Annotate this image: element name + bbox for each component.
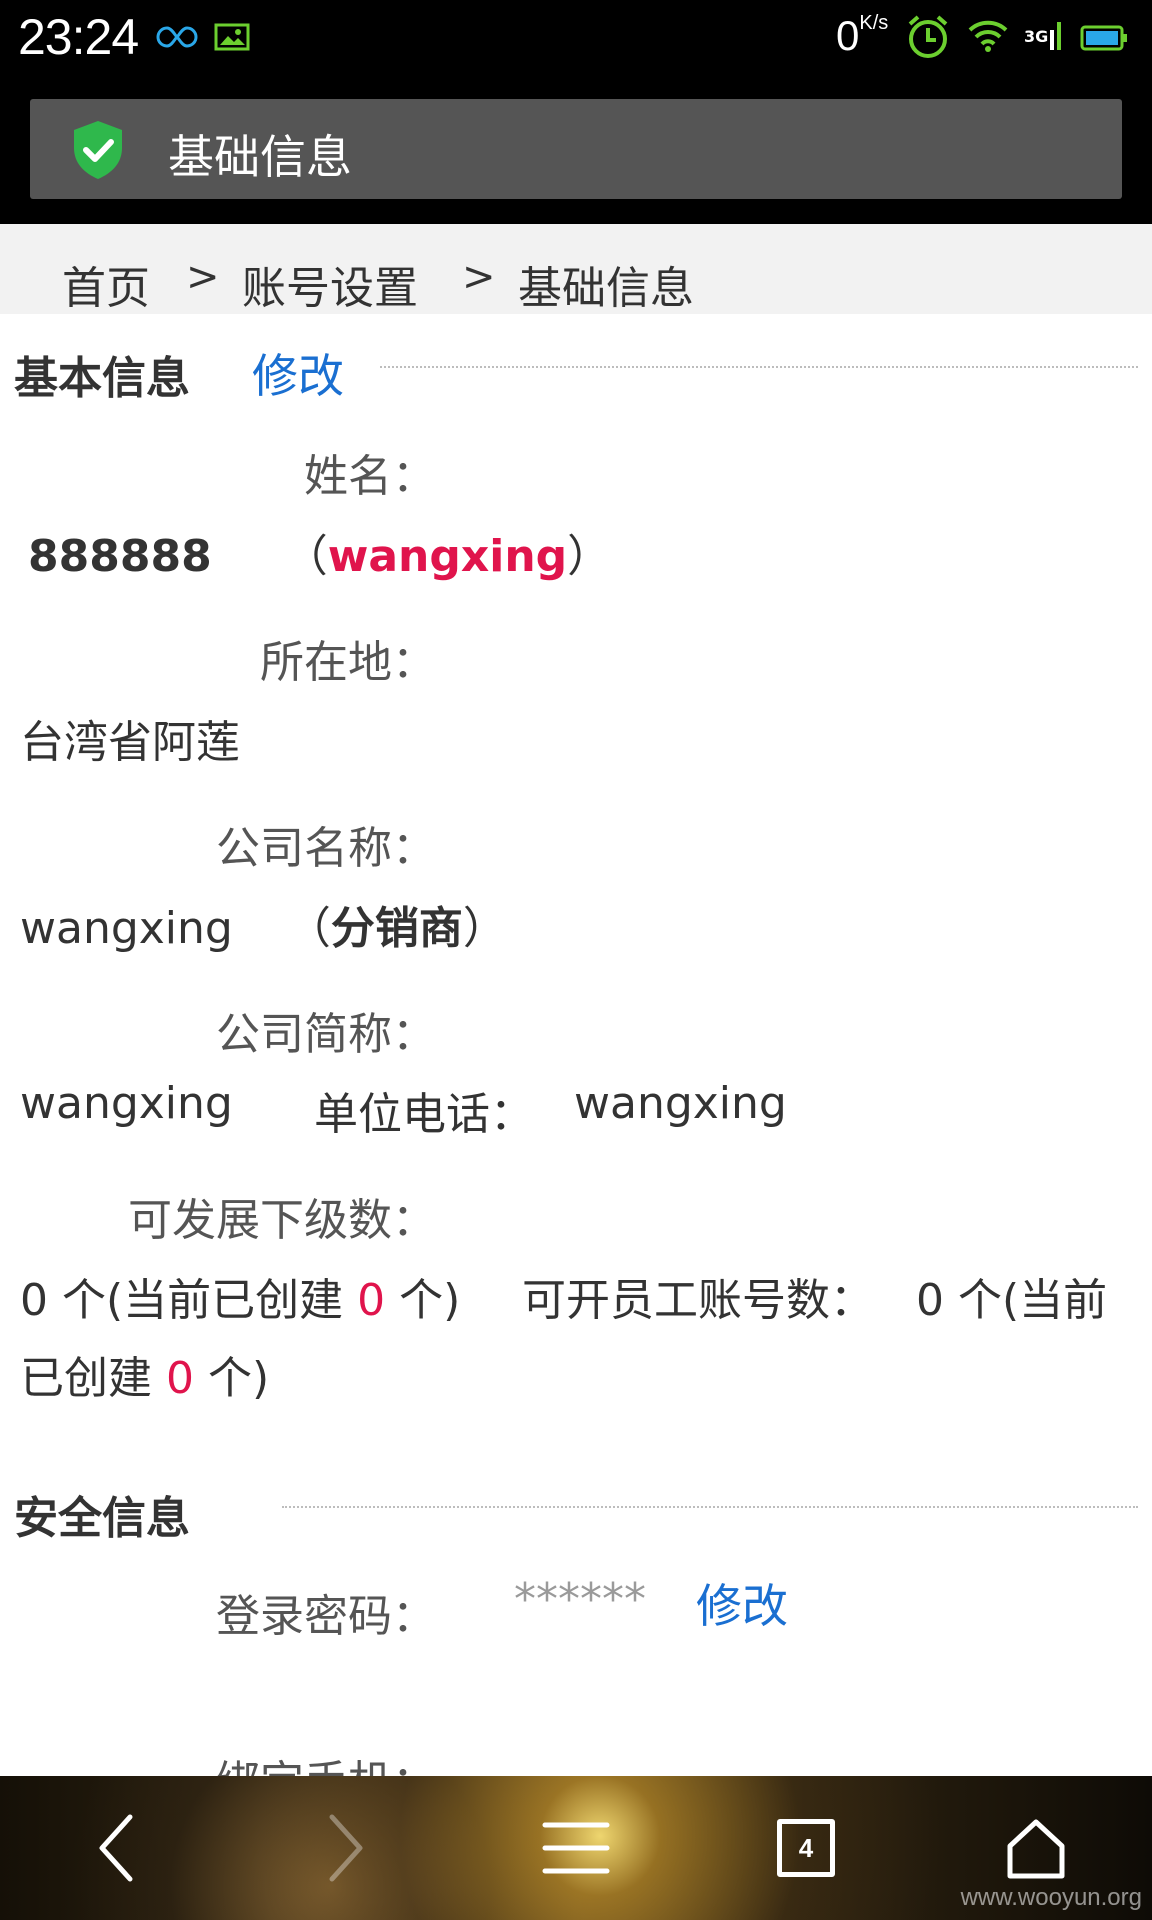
username-value: wangxing (327, 531, 568, 582)
edit-password-link[interactable]: 修改 (696, 1570, 788, 1636)
back-button[interactable] (56, 1776, 176, 1920)
page-title: 基础信息 (168, 130, 352, 184)
company-short-label: 公司简称： (216, 1009, 436, 1060)
battery-icon (1080, 24, 1128, 56)
net-speed-value: 0 (836, 12, 860, 59)
name-label: 姓名： (304, 451, 436, 502)
tabs-button[interactable]: 4 (746, 1776, 866, 1920)
net-speed: 0K/s (836, 12, 888, 60)
tabs-icon: 4 (777, 1819, 835, 1877)
svg-text:3G: 3G (1024, 27, 1048, 46)
sub-level-row: 0 个(当前已创建 0 个) (20, 1264, 460, 1328)
staff-suffix: 个) (194, 1353, 270, 1404)
shield-check-icon (70, 119, 126, 185)
name-row: 888888 （wangxing） (28, 520, 611, 584)
basic-info-section-title: 基本信息 (14, 353, 190, 404)
staff-count-line2: 已创建 (20, 1353, 166, 1404)
title-bar: 基础信息 (30, 99, 1122, 199)
forward-button[interactable] (286, 1776, 406, 1920)
net-speed-unit: K/s (859, 12, 889, 34)
edit-basic-info-link[interactable]: 修改 (252, 340, 344, 406)
paren-close: ） (462, 903, 507, 954)
signal-3g-icon: 3G (1024, 20, 1064, 56)
breadcrumb-separator: > (186, 254, 220, 300)
password-label: 登录密码： (216, 1591, 436, 1642)
sub-level-suffix: 个) (385, 1275, 461, 1326)
watermark-text: www.wooyun.org (960, 1884, 1142, 1911)
company-name-label: 公司名称： (216, 823, 436, 874)
status-bar: 23:24 0K/s 3G (0, 0, 1152, 78)
alarm-icon (906, 14, 950, 64)
staff-created-row: 已创建 0 个) (20, 1342, 269, 1406)
breadcrumb-item-basic-info: 基础信息 (518, 263, 694, 314)
company-short-value: wangxing (20, 1078, 233, 1129)
bottom-navigation-bar: 4 www.wooyun.org (0, 1776, 1152, 1920)
menu-icon (542, 1822, 610, 1874)
sub-level-created: 0 (357, 1275, 386, 1326)
password-value: ****** (514, 1574, 646, 1625)
sub-level-label: 可发展下级数： (128, 1195, 436, 1246)
paren-open: （ (283, 531, 328, 582)
phone-value: wangxing (574, 1078, 787, 1129)
staff-count: 0 个(当前 (916, 1275, 1108, 1326)
staff-label: 可开员工账号数： (522, 1275, 874, 1326)
tab-count: 4 (798, 1832, 814, 1863)
infinity-icon (156, 24, 198, 54)
staff-created: 0 (166, 1353, 194, 1404)
location-value: 台湾省阿莲 (20, 717, 240, 768)
sub-level-count: 0 个(当前已创建 (20, 1275, 358, 1326)
company-type-value: 分销商 (330, 903, 463, 954)
phone-label: 单位电话： (314, 1089, 534, 1140)
name-value: 888888 (28, 531, 212, 582)
breadcrumb-item-account-settings[interactable]: 账号设置 (242, 252, 418, 316)
paren-close: ） (567, 531, 612, 582)
security-info-section-title: 安全信息 (14, 1493, 190, 1544)
company-name-value: wangxing (20, 903, 233, 954)
menu-button[interactable] (516, 1776, 636, 1920)
location-label: 所在地： (260, 637, 436, 688)
section-divider (380, 366, 1138, 368)
breadcrumb-separator: > (462, 254, 496, 300)
back-icon (99, 1814, 133, 1882)
page: 23:24 0K/s 3G 基础信息 首页 > 账号设置 > 基础信息 基本信息… (0, 0, 1152, 1920)
section-divider (282, 1506, 1138, 1508)
image-icon (214, 22, 250, 56)
company-name-row: wangxing （分销商） (20, 892, 507, 956)
breadcrumb-item-home[interactable]: 首页 (62, 252, 150, 316)
home-icon (1007, 1819, 1065, 1879)
breadcrumb: 首页 > 账号设置 > 基础信息 (0, 224, 1152, 314)
forward-icon (329, 1814, 363, 1882)
status-time: 23:24 (18, 9, 139, 65)
wifi-icon (968, 18, 1008, 56)
paren-open: （ (286, 903, 331, 954)
